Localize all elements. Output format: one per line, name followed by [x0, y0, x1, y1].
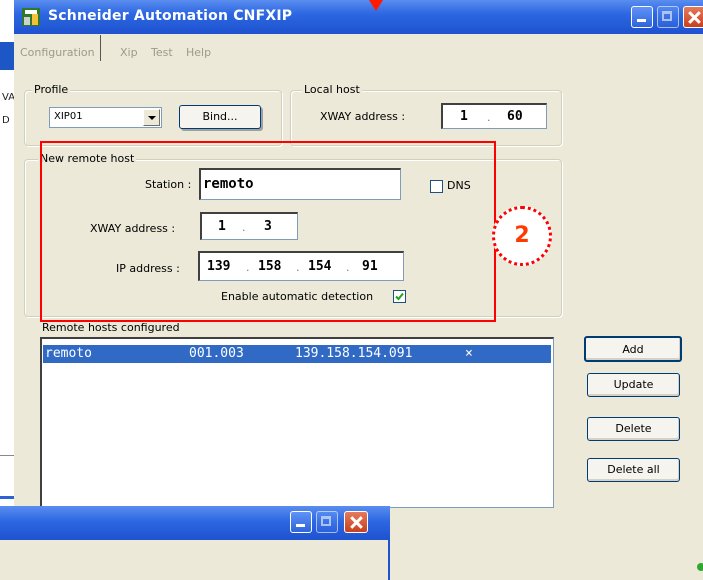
menu-help[interactable]: Help — [186, 46, 211, 59]
arrow-down-icon — [369, 0, 383, 11]
host-name-cell: remoto — [45, 346, 92, 361]
profile-selected-value: XIP01 — [54, 111, 83, 122]
menu-test[interactable]: Test — [151, 46, 173, 59]
maximize-button[interactable] — [657, 6, 679, 28]
table-row[interactable]: remoto 001.003 139.158.154.091 × — [43, 345, 551, 363]
secondary-maximize-button[interactable] — [316, 511, 338, 533]
host-ip-cell: 139.158.154.091 — [295, 346, 413, 361]
status-indicator-icon — [697, 563, 703, 571]
background-window-titlebar — [0, 42, 14, 70]
remote-hosts-list[interactable]: remoto 001.003 139.158.154.091 × — [40, 337, 554, 508]
secondary-window — [0, 506, 390, 580]
chevron-down-icon[interactable] — [143, 109, 160, 126]
bind-button[interactable]: Bind... — [179, 105, 261, 129]
host-flag-cell: × — [465, 346, 473, 361]
highlight-box — [40, 141, 496, 322]
menu-xip[interactable]: Xip — [120, 46, 138, 59]
remote-hosts-legend: Remote hosts configured — [42, 321, 180, 334]
secondary-close-button[interactable] — [344, 511, 368, 533]
app-icon — [22, 8, 40, 26]
background-letter: D — [2, 115, 10, 126]
secondary-minimize-button[interactable] — [290, 511, 312, 533]
delete-all-button[interactable]: Delete all — [587, 458, 680, 482]
step-callout: 2 — [492, 206, 552, 266]
local-xway-field[interactable]: 1 . 60 — [441, 103, 547, 129]
titlebar[interactable]: Schneider Automation CNFXIP — [14, 0, 703, 34]
profile-select[interactable]: XIP01 — [49, 107, 162, 128]
local-xway-network: 1 — [460, 109, 468, 124]
background-divider — [0, 455, 14, 456]
local-host-legend: Local host — [302, 83, 362, 96]
update-button[interactable]: Update — [587, 373, 680, 397]
local-xway-station: 60 — [507, 109, 523, 124]
menu-bar: Configuration Xip Test Help — [14, 34, 703, 62]
main-window: Schneider Automation CNFXIP Configuratio… — [14, 0, 703, 510]
background-divider — [0, 496, 14, 499]
host-xway-cell: 001.003 — [189, 346, 244, 361]
local-xway-label: XWAY address : — [320, 110, 406, 123]
close-button[interactable] — [683, 6, 703, 28]
menu-configuration[interactable]: Configuration — [20, 46, 95, 59]
text-cursor — [100, 35, 101, 61]
minimize-button[interactable] — [631, 6, 653, 28]
secondary-window-body — [0, 540, 390, 580]
window-title: Schneider Automation CNFXIP — [48, 8, 293, 24]
add-button[interactable]: Add — [584, 336, 682, 362]
profile-legend: Profile — [32, 83, 71, 96]
delete-button[interactable]: Delete — [587, 417, 680, 441]
background-window-edge — [0, 0, 15, 574]
address-separator: . — [487, 111, 491, 124]
